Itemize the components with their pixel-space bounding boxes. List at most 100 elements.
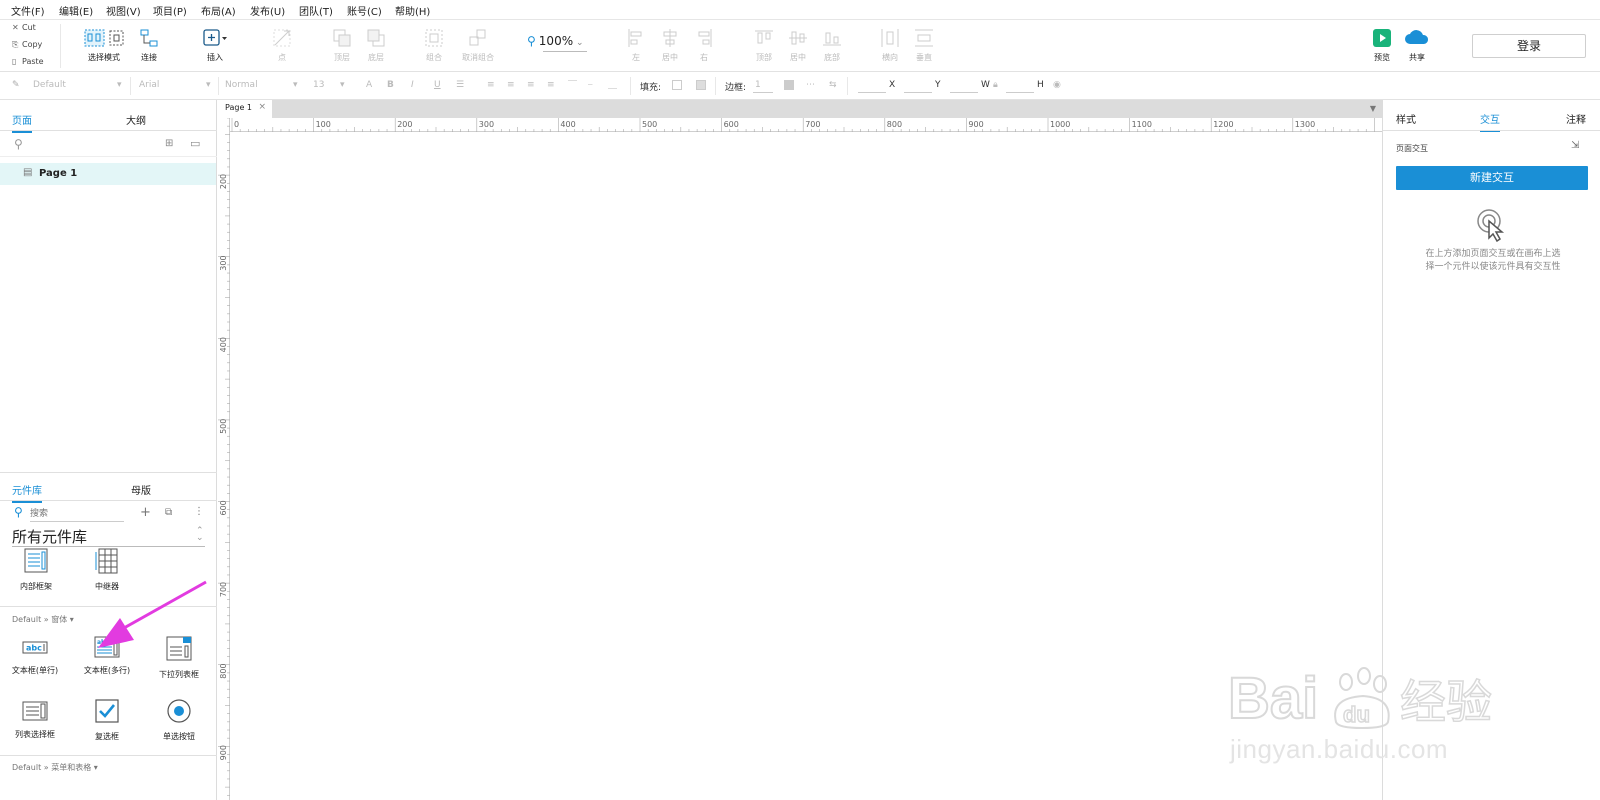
visibility-eye-icon[interactable]: ◉ — [1053, 80, 1061, 90]
lock-icon[interactable]: 🔒︎ — [993, 80, 998, 90]
menu-view[interactable]: 视图(V) — [106, 3, 141, 18]
repeater-icon — [95, 548, 118, 574]
group-header-menus-tables[interactable]: Default » 菜单和表格 ▾ — [12, 762, 98, 773]
page-list-item[interactable]: ▤ Page 1 — [0, 163, 216, 185]
tab-outline[interactable]: 大纲 — [126, 112, 146, 127]
widget-radio-button[interactable]: 单选按钮 — [149, 698, 209, 742]
underline-icon[interactable]: U — [434, 80, 441, 90]
font-size-select[interactable]: 13 — [313, 80, 324, 90]
valign-middle-icon[interactable]: ⎯ — [588, 80, 593, 90]
library-select[interactable]: 所有元件库 — [12, 526, 87, 547]
border-width-input[interactable]: 1 — [755, 80, 761, 90]
new-interaction-button[interactable]: 新建交互 — [1396, 166, 1588, 190]
connect-button[interactable]: 连接 — [127, 28, 171, 63]
more-vertical-icon[interactable]: ⋮ — [194, 506, 204, 517]
zoom-select[interactable]: ⚲ 100% ⌄ — [527, 34, 587, 52]
tab-libraries[interactable]: 元件库 — [12, 482, 42, 503]
divider — [0, 130, 217, 131]
back-label: 底层 — [368, 53, 384, 62]
tab-interactions[interactable]: 交互 — [1480, 111, 1500, 132]
point-button[interactable]: 点 — [260, 28, 304, 63]
tab-masters[interactable]: 母版 — [131, 482, 151, 497]
valign-top-icon[interactable]: ⎺ — [568, 80, 577, 90]
copy-button[interactable]: ⎘ Copy — [12, 40, 42, 50]
cut-button[interactable]: ✕ Cut — [12, 23, 36, 32]
bring-front-icon — [333, 29, 351, 47]
border-style-icon[interactable]: ⋯ — [806, 80, 815, 90]
add-library-icon[interactable]: + — [140, 505, 151, 520]
horizontal-ruler: 0 100 200 300 400 500 600 700 800 900 1000 1100 1200… — [230, 118, 1382, 132]
tab-style[interactable]: 样式 — [1396, 111, 1416, 126]
menu-file[interactable]: 文件(F) — [11, 3, 45, 18]
fill-color-swatch[interactable] — [672, 80, 682, 90]
font-weight-select[interactable]: Normal — [225, 80, 258, 90]
tab-pages[interactable]: 页面 — [12, 112, 32, 133]
align-text-right-icon[interactable]: ≡ — [527, 80, 535, 90]
align-bottom-button[interactable]: 底部 — [810, 28, 854, 63]
menu-layout[interactable]: 布局(A) — [201, 3, 236, 18]
add-page-icon[interactable]: ⊞ — [165, 138, 173, 149]
add-folder-icon[interactable]: ▭ — [190, 137, 200, 150]
paste-button[interactable]: ▯ Paste — [12, 57, 44, 66]
font-color-icon[interactable]: A — [366, 80, 372, 90]
border-color-swatch[interactable] — [784, 80, 794, 90]
widget-list-box[interactable]: 列表选择框 — [5, 700, 65, 740]
x-input[interactable] — [858, 92, 886, 93]
h-input[interactable] — [1006, 92, 1034, 93]
document-tab[interactable]: Page 1 × — [218, 100, 272, 118]
y-input[interactable] — [904, 92, 932, 93]
select-mode-label: 选择模式 — [88, 53, 120, 62]
share-button[interactable]: 共享 — [1395, 28, 1439, 63]
close-icon[interactable]: × — [258, 102, 266, 112]
ungroup-button[interactable]: 取消组合 — [454, 28, 502, 63]
ruler-label: 700 — [219, 582, 228, 597]
bullet-list-icon[interactable]: ☰ — [456, 80, 464, 90]
align-text-center-icon[interactable]: ≡ — [507, 80, 515, 90]
group-button[interactable]: 组合 — [412, 28, 456, 63]
select-mode-button[interactable]: 选择模式 — [77, 28, 131, 63]
group-header-forms[interactable]: Default » 窗体 ▾ — [12, 614, 74, 625]
valign-bottom-icon[interactable]: ⎽ — [608, 80, 617, 90]
menu-project[interactable]: 项目(P) — [153, 3, 187, 18]
login-button[interactable]: 登录 — [1472, 34, 1586, 58]
style-select[interactable]: Default — [33, 80, 66, 90]
align-text-justify-icon[interactable]: ≡ — [547, 80, 555, 90]
page-icon: ▤ — [23, 167, 33, 178]
menu-publish[interactable]: 发布(U) — [250, 3, 285, 18]
text-field-icon: abc — [22, 641, 48, 654]
fill-shadow-swatch[interactable] — [696, 80, 706, 90]
send-back-button[interactable]: 底层 — [354, 28, 398, 63]
widget-checkbox[interactable]: 复选框 — [77, 698, 137, 742]
menu-account[interactable]: 账号(C) — [347, 3, 382, 18]
ruler-label: 600 — [724, 120, 739, 129]
align-text-left-icon[interactable]: ≡ — [487, 80, 495, 90]
insert-button[interactable]: 插入 — [193, 28, 237, 63]
distribute-vertical-button[interactable]: 垂直 — [902, 28, 946, 63]
style-painter-icon[interactable]: ✎ — [12, 80, 20, 90]
italic-icon[interactable]: I — [411, 80, 414, 90]
tab-notes[interactable]: 注释 — [1566, 111, 1586, 126]
expand-panel-icon[interactable]: ⇲ — [1571, 140, 1579, 151]
design-canvas[interactable] — [231, 133, 1382, 800]
library-search-input[interactable] — [30, 507, 124, 522]
menu-team[interactable]: 团队(T) — [299, 3, 333, 18]
menu-help[interactable]: 帮助(H) — [395, 3, 430, 18]
bold-icon[interactable]: B — [387, 80, 394, 90]
w-input[interactable] — [950, 92, 978, 93]
align-bottom-icon — [823, 32, 841, 46]
font-select[interactable]: Arial — [139, 80, 159, 90]
arrow-style-icon[interactable]: ⇆ — [829, 80, 837, 90]
align-right-button[interactable]: 右 — [682, 28, 726, 63]
search-icon[interactable]: ⚲ — [14, 137, 23, 151]
chevron-down-icon: ▾ — [340, 80, 345, 90]
widget-label: 列表选择框 — [15, 730, 55, 739]
library-options-icon[interactable]: ⧉ — [165, 507, 172, 518]
left-panel: 页面 大纲 ⚲ ⊞ ▭ ▤ Page 1 元件库 母版 ⚲ + ⧉ ⋮ 所有元件… — [0, 100, 217, 800]
menu-edit[interactable]: 编辑(E) — [59, 3, 93, 18]
section-title: 页面交互 — [1396, 144, 1428, 153]
align-bottom-label: 底部 — [824, 53, 840, 62]
divider — [715, 77, 716, 95]
widget-text-field[interactable]: abc 文本框(单行) — [5, 636, 65, 676]
chevron-down-icon[interactable]: ▼ — [1370, 104, 1376, 113]
widget-inline-frame[interactable]: 内部框架 — [6, 548, 66, 592]
